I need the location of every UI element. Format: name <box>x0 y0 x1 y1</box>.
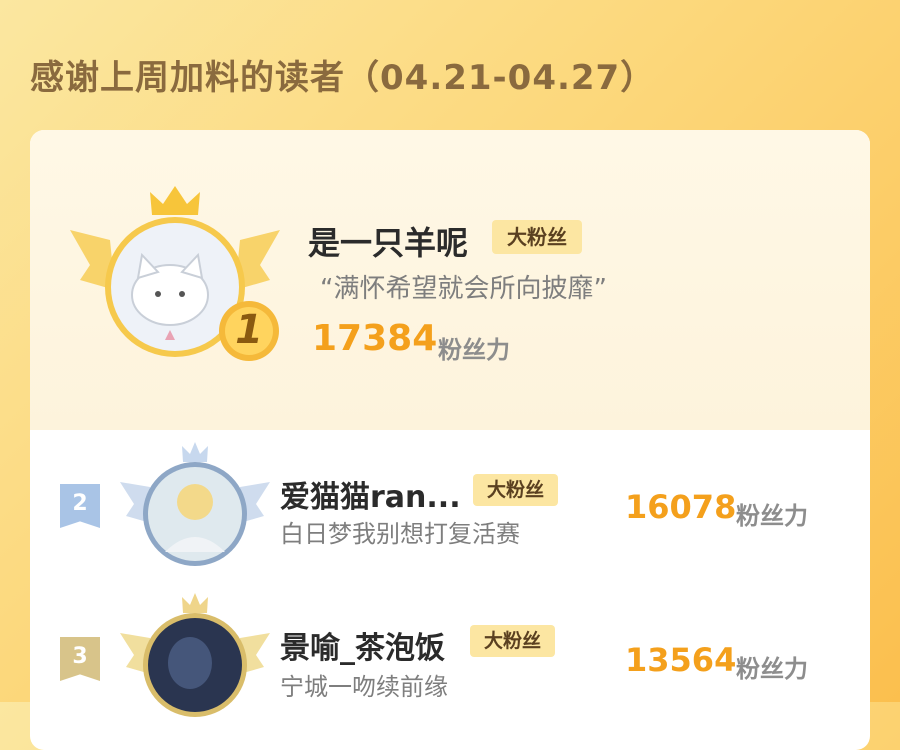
rank-2-name[interactable]: 爱猫猫ran... <box>280 472 461 516</box>
rank-1-score: 17384 <box>312 318 438 359</box>
bronze-wings-icon <box>120 593 270 717</box>
rank-2-subtitle: 白日梦我别想打复活赛 <box>280 520 520 548</box>
rank-3-name[interactable]: 景喻_茶泡饭 <box>280 623 445 667</box>
rank-3-score-unit: 粉丝力 <box>736 655 808 683</box>
rank-1-avatar-frame[interactable]: 1 <box>70 180 280 370</box>
rank-2-tag: 2 <box>60 484 100 528</box>
silver-wings-icon <box>120 442 270 566</box>
rank-1-quote: “满怀希望就会所向披靡” <box>320 274 607 304</box>
rank-2-score-unit: 粉丝力 <box>736 502 808 530</box>
rank-1-score-unit: 粉丝力 <box>438 336 510 364</box>
rank-2-entry[interactable]: 2 爱猫猫ran... 大粉丝 白日梦我别想打复活赛 16078 粉丝力 <box>30 430 870 585</box>
rank-2-badge: 大粉丝 <box>473 474 558 506</box>
rank-3-badge: 大粉丝 <box>470 625 555 657</box>
rank-3-tag: 3 <box>60 637 100 681</box>
rank-2-avatar-frame[interactable] <box>120 442 270 572</box>
page-title: 感谢上周加料的读者（04.21-04.27） <box>30 58 656 98</box>
leaderboard-card: 1 是一只羊呢 大粉丝 “满怀希望就会所向披靡” 17384 粉丝力 2 爱猫猫… <box>30 130 870 750</box>
rank-1-number: 1 <box>235 307 263 353</box>
rank-3-avatar-frame[interactable] <box>120 593 270 723</box>
rank-3-score: 13564 <box>625 641 737 679</box>
rank-3-subtitle: 宁城一吻续前缘 <box>280 673 448 701</box>
rank-2-score: 16078 <box>625 488 737 526</box>
rank-1-badge: 大粉丝 <box>492 220 582 254</box>
rank-1-entry[interactable]: 1 是一只羊呢 大粉丝 “满怀希望就会所向披靡” 17384 粉丝力 <box>30 130 870 430</box>
rank-3-entry[interactable]: 3 景喻_茶泡饭 大粉丝 宁城一吻续前缘 13564 粉丝力 <box>30 585 870 750</box>
rank-1-name[interactable]: 是一只羊呢 <box>308 218 468 264</box>
